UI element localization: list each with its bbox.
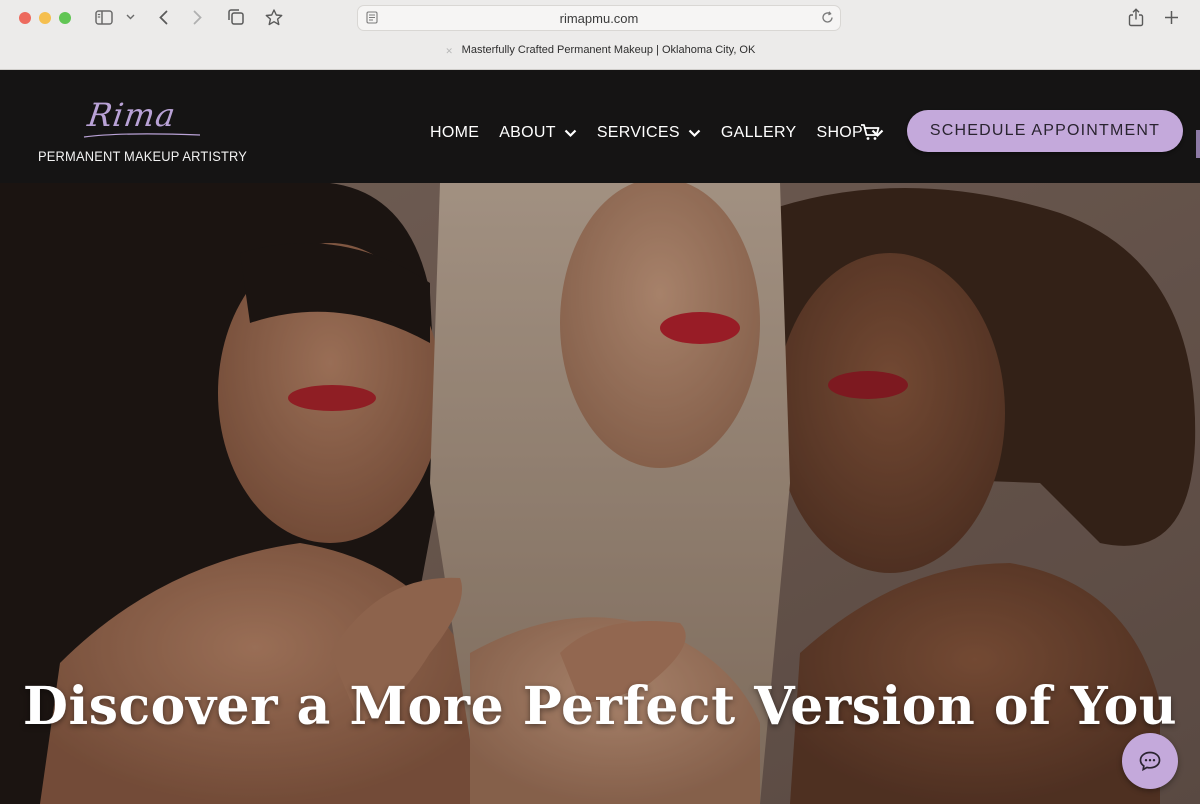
sidebar-icon[interactable] xyxy=(94,6,114,28)
tab-title: Masterfully Crafted Permanent Makeup | O… xyxy=(461,44,756,56)
active-tab[interactable]: ✕ Masterfully Crafted Permanent Makeup | … xyxy=(0,44,1200,66)
edge-accent xyxy=(1196,130,1200,158)
logo-script: Rima xyxy=(85,96,179,134)
tab-favicon-icon: ✕ xyxy=(445,46,453,56)
nav-home-label: HOME xyxy=(430,124,480,141)
logo-flourish xyxy=(83,133,201,138)
hero-headline: Discover a More Perfect Version of You xyxy=(22,676,1178,737)
chevron-down-icon xyxy=(688,129,701,137)
forward-icon[interactable] xyxy=(189,6,205,28)
browser-toolbar: rimapmu.com xyxy=(0,0,1200,38)
chevron-down-icon xyxy=(564,129,577,137)
logo-subtitle: PERMANENT MAKEUP ARTISTRY xyxy=(38,148,248,164)
chat-bubble-icon xyxy=(1139,751,1161,771)
browser-chrome: rimapmu.com ✕ Masterfully Crafted Permane… xyxy=(0,0,1200,70)
zoom-window-button[interactable] xyxy=(59,12,71,24)
nav-services-label: SERVICES xyxy=(596,124,680,141)
back-icon[interactable] xyxy=(155,6,171,28)
site-logo[interactable]: Rima PERMANENT MAKEUP ARTISTRY xyxy=(38,96,247,166)
chat-button[interactable] xyxy=(1122,733,1178,789)
site-header: Rima PERMANENT MAKEUP ARTISTRY HOME ABOU… xyxy=(0,70,1200,183)
main-nav: HOME ABOUT SERVICES GALLERY SHOP xyxy=(430,122,904,144)
share-icon[interactable] xyxy=(1127,6,1145,28)
address-bar[interactable]: rimapmu.com xyxy=(357,5,841,31)
reload-icon[interactable] xyxy=(821,11,834,29)
bookmark-star-icon[interactable] xyxy=(264,6,284,28)
nav-gallery-label: GALLERY xyxy=(720,124,797,141)
close-window-button[interactable] xyxy=(19,12,31,24)
schedule-appointment-button[interactable]: SCHEDULE APPOINTMENT xyxy=(907,110,1183,152)
nav-services[interactable]: SERVICES xyxy=(597,124,701,142)
new-tab-plus-icon[interactable] xyxy=(1162,6,1180,28)
cart-icon[interactable] xyxy=(860,123,880,146)
nav-home[interactable]: HOME xyxy=(430,124,479,142)
hero-section: Discover a More Perfect Version of You xyxy=(0,183,1200,804)
chevron-down-icon[interactable] xyxy=(124,6,136,28)
tabs-overview-icon[interactable] xyxy=(226,6,246,28)
nav-shop-label: SHOP xyxy=(816,124,864,141)
nav-about[interactable]: ABOUT xyxy=(499,124,577,142)
minimize-window-button[interactable] xyxy=(39,12,51,24)
nav-about-label: ABOUT xyxy=(499,124,556,141)
nav-gallery[interactable]: GALLERY xyxy=(721,124,797,142)
url-text: rimapmu.com xyxy=(559,11,639,26)
